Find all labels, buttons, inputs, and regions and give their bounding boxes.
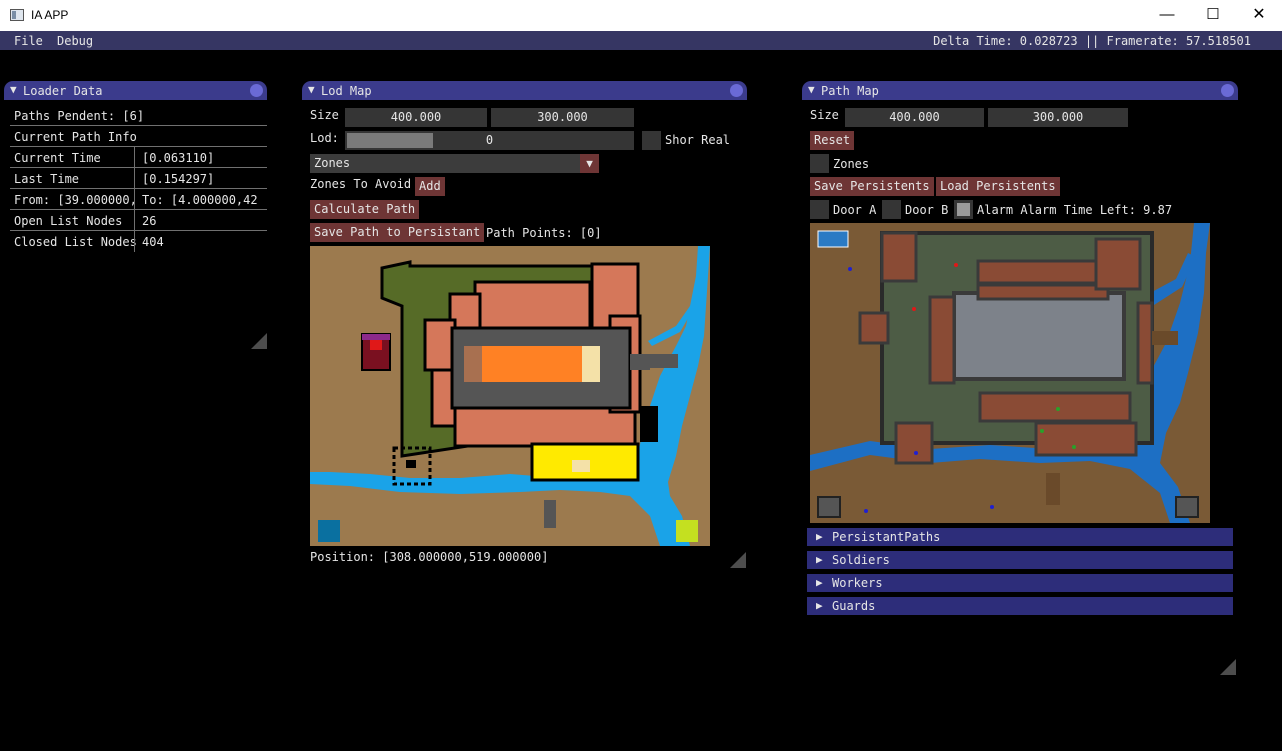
section-label: Soldiers bbox=[832, 553, 890, 567]
path-map-title: Path Map bbox=[821, 84, 879, 98]
last-time-value: [0.154297] bbox=[142, 172, 215, 186]
to-value: To: [4.000000,42 bbox=[142, 193, 258, 207]
lod-slider[interactable]: 0 bbox=[345, 131, 634, 150]
size-label: Size bbox=[310, 108, 339, 122]
calculate-path-button[interactable]: Calculate Path bbox=[310, 200, 420, 219]
menu-debug[interactable]: Debug bbox=[57, 34, 93, 48]
add-zone-button[interactable]: Add bbox=[415, 177, 445, 196]
size-width-input[interactable]: 400.000 bbox=[845, 108, 984, 127]
table-row: Paths Pendent: [6] bbox=[10, 105, 267, 126]
section-guards[interactable]: ▶ Guards bbox=[807, 597, 1233, 615]
path-map-titlebar[interactable]: ▼ Path Map bbox=[802, 81, 1238, 100]
path-map-image bbox=[810, 223, 1210, 523]
alarm-label: Alarm Alarm Time Left: 9.87 bbox=[977, 203, 1173, 217]
frame-stats: Delta Time: 0.028723 || Framerate: 57.51… bbox=[933, 34, 1251, 48]
section-workers[interactable]: ▶ Workers bbox=[807, 574, 1233, 592]
size-width-input[interactable]: 400.000 bbox=[345, 108, 487, 127]
chevron-down-icon[interactable]: ▼ bbox=[580, 154, 599, 173]
path-map-canvas[interactable] bbox=[810, 223, 1210, 523]
loader-data-window: ▼ Loader Data Paths Pendent: [6] Current… bbox=[4, 81, 267, 351]
reset-button[interactable]: Reset bbox=[810, 131, 855, 150]
table-row: Open List Nodes 26 bbox=[10, 210, 267, 231]
section-soldiers[interactable]: ▶ Soldiers bbox=[807, 551, 1233, 569]
app-icon bbox=[10, 9, 24, 21]
section-label: Workers bbox=[832, 576, 883, 590]
table-row: Closed List Nodes 404 bbox=[10, 231, 267, 252]
maximize-button[interactable]: ☐ bbox=[1190, 0, 1236, 31]
expand-arrow-icon[interactable]: ▶ bbox=[816, 576, 823, 589]
save-persistents-button[interactable]: Save Persistents bbox=[810, 177, 934, 196]
collapse-arrow-icon[interactable]: ▼ bbox=[808, 83, 815, 96]
size-height-input[interactable]: 300.000 bbox=[988, 108, 1128, 127]
door-a-label: Door A bbox=[833, 203, 877, 217]
lod-map-canvas[interactable] bbox=[310, 246, 710, 546]
loader-data-title: Loader Data bbox=[23, 84, 103, 98]
expand-arrow-icon[interactable]: ▶ bbox=[816, 530, 823, 543]
zones-checkbox[interactable] bbox=[810, 154, 829, 173]
collapse-arrow-icon[interactable]: ▼ bbox=[10, 83, 17, 96]
close-button[interactable]: ✕ bbox=[1236, 0, 1282, 31]
from-value: From: [39.000000, bbox=[14, 193, 137, 207]
menu-file[interactable]: File bbox=[14, 34, 43, 48]
door-a-checkbox[interactable] bbox=[810, 200, 829, 219]
section-persistant-paths[interactable]: ▶ PersistantPaths bbox=[807, 528, 1233, 546]
resize-grip-icon[interactable] bbox=[1220, 659, 1236, 675]
window-title: IA APP bbox=[31, 8, 69, 22]
window-close-icon[interactable] bbox=[730, 84, 743, 97]
closed-list-value: 404 bbox=[142, 235, 164, 249]
minimize-button[interactable]: — bbox=[1144, 0, 1190, 31]
window-title-bar: IA APP — ☐ ✕ bbox=[0, 0, 1282, 31]
position-readout: Position: [308.000000,519.000000] bbox=[310, 550, 549, 564]
current-time-label: Current Time bbox=[14, 151, 101, 165]
expand-arrow-icon[interactable]: ▶ bbox=[816, 599, 823, 612]
size-label: Size bbox=[810, 108, 839, 122]
alarm-checkbox[interactable] bbox=[954, 200, 973, 219]
resize-grip-icon[interactable] bbox=[251, 333, 267, 349]
table-row: From: [39.000000, To: [4.000000,42 bbox=[10, 189, 267, 210]
table-row: Last Time [0.154297] bbox=[10, 168, 267, 189]
size-height-input[interactable]: 300.000 bbox=[491, 108, 634, 127]
collapse-arrow-icon[interactable]: ▼ bbox=[308, 83, 315, 96]
path-map-window: ▼ Path Map Size 400.000 300.000 Reset Zo… bbox=[802, 81, 1238, 677]
save-path-button[interactable]: Save Path to Persistant bbox=[310, 223, 485, 242]
last-time-label: Last Time bbox=[14, 172, 80, 186]
door-b-label: Door B bbox=[905, 203, 949, 217]
current-time-value: [0.063110] bbox=[142, 151, 215, 165]
window-close-icon[interactable] bbox=[1221, 84, 1234, 97]
lod-map-image bbox=[310, 246, 710, 546]
open-list-value: 26 bbox=[142, 214, 157, 228]
zones-avoid-label: Zones To Avoid bbox=[310, 177, 412, 191]
section-label: PersistantPaths bbox=[832, 530, 941, 544]
show-real-label: Shor Real bbox=[665, 133, 731, 147]
zones-dropdown-value: Zones bbox=[314, 156, 351, 170]
resize-grip-icon[interactable] bbox=[730, 552, 746, 568]
lod-label: Lod: bbox=[310, 131, 339, 145]
main-menu-bar: File Debug Delta Time: 0.028723 || Frame… bbox=[0, 31, 1282, 50]
closed-list-label: Closed List Nodes bbox=[14, 235, 137, 249]
lod-map-title: Lod Map bbox=[321, 84, 372, 98]
expand-arrow-icon[interactable]: ▶ bbox=[816, 553, 823, 566]
lod-map-window: ▼ Lod Map Size 400.000 300.000 Lod: 0 Sh… bbox=[302, 81, 747, 569]
table-row: Current Path Info bbox=[10, 126, 267, 147]
window-close-icon[interactable] bbox=[250, 84, 263, 97]
path-points-label: Path Points: [0] bbox=[486, 226, 602, 240]
zones-label: Zones bbox=[833, 157, 870, 171]
show-real-checkbox[interactable] bbox=[642, 131, 661, 150]
section-label: Guards bbox=[832, 599, 876, 613]
load-persistents-button[interactable]: Load Persistents bbox=[936, 177, 1060, 196]
loader-data-titlebar[interactable]: ▼ Loader Data bbox=[4, 81, 267, 100]
lod-slider-value: 0 bbox=[485, 133, 494, 147]
open-list-label: Open List Nodes bbox=[14, 214, 123, 228]
door-b-checkbox[interactable] bbox=[882, 200, 901, 219]
zones-dropdown[interactable]: Zones ▼ bbox=[310, 154, 599, 173]
lod-map-titlebar[interactable]: ▼ Lod Map bbox=[302, 81, 747, 100]
paths-pendent-label: Paths Pendent: [6] bbox=[14, 109, 145, 123]
lod-slider-grab[interactable] bbox=[347, 133, 433, 148]
table-row: Current Time [0.063110] bbox=[10, 147, 267, 168]
current-path-info-label: Current Path Info bbox=[14, 130, 137, 144]
